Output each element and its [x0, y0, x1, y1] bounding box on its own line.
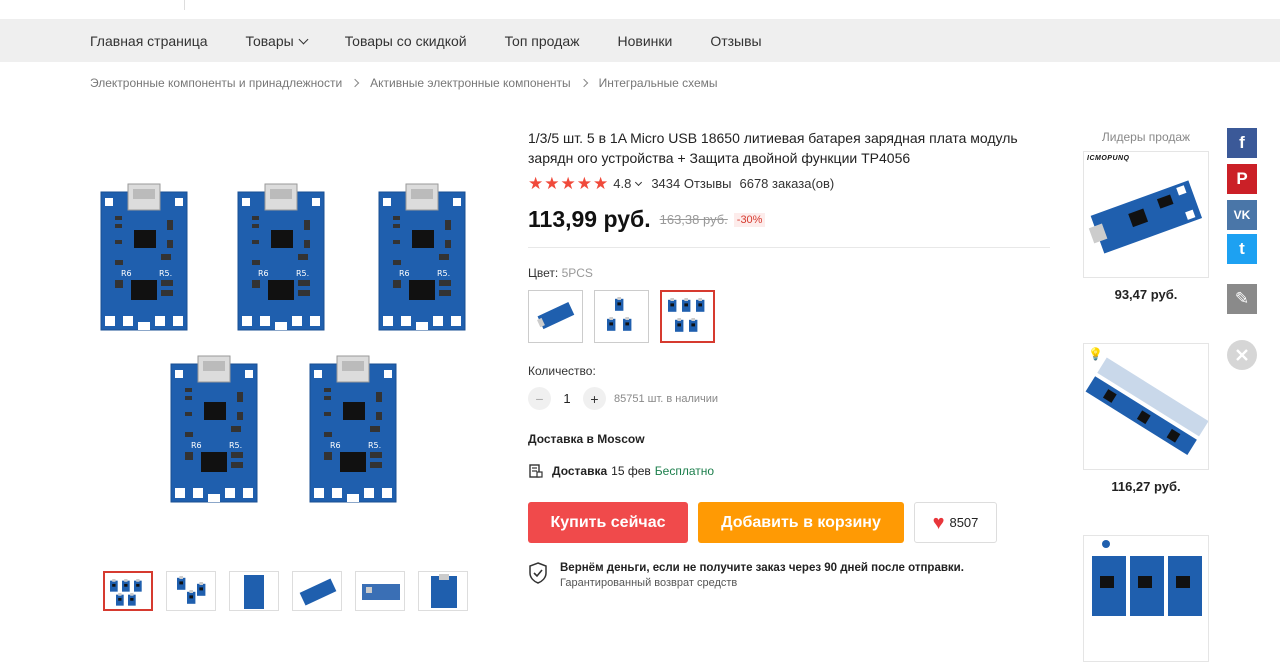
delivery-box-icon — [529, 464, 543, 478]
nav-products[interactable]: Товары — [245, 33, 309, 49]
quantity-increase-button[interactable]: + — [583, 387, 606, 410]
color-swatch-3pcs[interactable] — [594, 290, 649, 343]
bestseller-item[interactable]: ICMOPUNQ 93,47 руб. — [1083, 151, 1209, 302]
thumbnail[interactable] — [166, 571, 216, 611]
color-swatch-1pc[interactable] — [528, 290, 583, 343]
nav-new-label: Новинки — [617, 33, 673, 49]
product-info: 1/3/5 шт. 5 в 1A Micro USB 18650 литиева… — [528, 128, 1053, 589]
shipping-cost: Бесплатно — [654, 464, 715, 478]
product-title: 1/3/5 шт. 5 в 1A Micro USB 18650 литиева… — [528, 130, 1018, 166]
vk-share-icon[interactable]: VK — [1227, 200, 1257, 230]
bestsellers-title: Лидеры продаж — [1101, 130, 1191, 144]
chevron-right-icon — [350, 78, 360, 88]
old-price: 163,38 руб. — [659, 212, 728, 227]
bestseller-price: 116,27 руб. — [1111, 479, 1181, 494]
color-swatches — [528, 290, 1053, 343]
nav-top-sales[interactable]: Топ продаж — [505, 33, 580, 49]
product-main-image[interactable] — [90, 160, 480, 530]
top-strip-divider — [184, 0, 185, 10]
bestseller-image: ICMOPUNQ — [1083, 151, 1209, 278]
chevron-down-icon — [298, 34, 309, 44]
guarantee-subtitle: Гарантированный возврат средств — [560, 577, 738, 589]
close-icon[interactable] — [1227, 340, 1257, 370]
breadcrumb-link[interactable]: Электронные компоненты и принадлежности — [90, 76, 342, 90]
twitter-share-icon[interactable]: t — [1227, 234, 1257, 264]
nav-discounts[interactable]: Товары со скидкой — [345, 33, 467, 49]
shipping-label: Доставка — [552, 464, 608, 478]
heart-icon: ♥ — [932, 511, 945, 534]
buyer-protection-text: Вернём деньги, если не получите заказ че… — [560, 562, 964, 589]
buy-now-button[interactable]: Купить сейчас — [528, 502, 688, 543]
quantity-decrease-button[interactable]: − — [528, 387, 551, 410]
nav-reviews[interactable]: Отзывы — [710, 33, 761, 49]
reviews-count[interactable]: 3434 Отзывы — [651, 176, 731, 191]
star-icon: ★ — [528, 174, 544, 193]
thumbnail[interactable] — [355, 571, 405, 611]
star-icon: ★ — [593, 174, 609, 193]
rating-value[interactable]: 4.8 — [613, 176, 631, 191]
color-label-text: Цвет: — [528, 266, 559, 280]
shipping-date: 15 фев — [611, 464, 651, 478]
price-row: 113,99 руб. 163,38 руб. -30% — [528, 206, 1053, 233]
action-buttons: Купить сейчас Добавить в корзину ♥ 8507 — [528, 502, 1053, 543]
nav-reviews-label: Отзывы — [710, 33, 762, 49]
star-icon: ★ — [560, 174, 576, 193]
shipping-row: Доставка 15 фев Бесплатно — [528, 463, 1053, 479]
breadcrumb-link[interactable]: Активные электронные компоненты — [370, 76, 570, 90]
quantity-label: Количество: — [528, 364, 596, 378]
breadcrumb-link[interactable]: Интегральные схемы — [599, 76, 718, 90]
buyer-protection: Вернём деньги, если не получите заказ че… — [528, 562, 1053, 589]
pcb-modules-image — [100, 183, 466, 503]
nav-home[interactable]: Главная страница — [90, 33, 208, 49]
stock-count: 85751 шт. в наличии — [614, 392, 719, 405]
chevron-right-icon — [579, 78, 588, 88]
star-icon: ★ — [544, 174, 560, 193]
star-icon: ★ — [576, 174, 592, 193]
bestseller-image: 💡 — [1083, 343, 1209, 470]
chevron-down-icon[interactable] — [635, 178, 643, 186]
orders-count: 6678 заказа(ов) — [739, 176, 835, 191]
facebook-share-icon[interactable]: f — [1227, 128, 1257, 158]
breadcrumb: Электронные компоненты и принадлежности … — [90, 76, 718, 90]
bestseller-image — [1083, 535, 1209, 662]
quantity-value[interactable]: 1 — [551, 391, 583, 406]
discount-badge: -30% — [733, 212, 766, 227]
pinterest-share-icon[interactable]: P — [1227, 164, 1257, 194]
current-price: 113,99 руб. — [528, 206, 651, 232]
add-to-cart-button[interactable]: Добавить в корзину — [698, 502, 904, 543]
nav-products-label: Товары — [245, 33, 294, 49]
nav-new[interactable]: Новинки — [617, 33, 672, 49]
shield-check-icon — [529, 562, 547, 584]
nav-top-sales-label: Топ продаж — [504, 33, 580, 49]
wishlist-button[interactable]: ♥ 8507 — [914, 502, 997, 543]
color-label: Цвет: 5PCS — [528, 266, 1053, 280]
bestseller-price: 93,47 руб. — [1114, 287, 1178, 302]
bestseller-brand: ICMOPUNQ — [1087, 155, 1130, 162]
bestseller-item[interactable] — [1083, 535, 1209, 662]
thumbnail[interactable] — [292, 571, 342, 611]
divider — [528, 247, 1050, 248]
thumbnail[interactable] — [418, 571, 468, 611]
nav-discounts-label: Товары со скидкой — [344, 33, 467, 49]
guarantee-title: Вернём деньги, если не получите заказ че… — [560, 562, 964, 574]
edit-icon[interactable]: ✎ — [1227, 284, 1257, 314]
color-value: 5PCS — [561, 266, 593, 280]
lightbulb-logo: 💡 — [1088, 347, 1103, 361]
top-strip — [0, 0, 1280, 20]
thumbnail[interactable] — [103, 571, 153, 611]
category-nav: Главная страница Товары Товары со скидко… — [0, 20, 1280, 62]
thumbnail[interactable] — [229, 571, 279, 611]
thumbnail-strip — [103, 571, 481, 611]
wishlist-count: 8507 — [949, 515, 979, 530]
bestseller-item[interactable]: 💡 116,27 руб. — [1083, 343, 1209, 494]
color-swatch-5pcs[interactable] — [660, 290, 715, 343]
quantity-stepper: − 1 + 85751 шт. в наличии — [528, 387, 1053, 410]
rating-row: ★ ★ ★ ★ ★ 4.8 3434 Отзывы 6678 заказа(ов… — [528, 175, 1053, 192]
nav-home-label: Главная страница — [90, 33, 208, 49]
delivery-location[interactable]: Доставка в Moscow — [528, 432, 1053, 446]
